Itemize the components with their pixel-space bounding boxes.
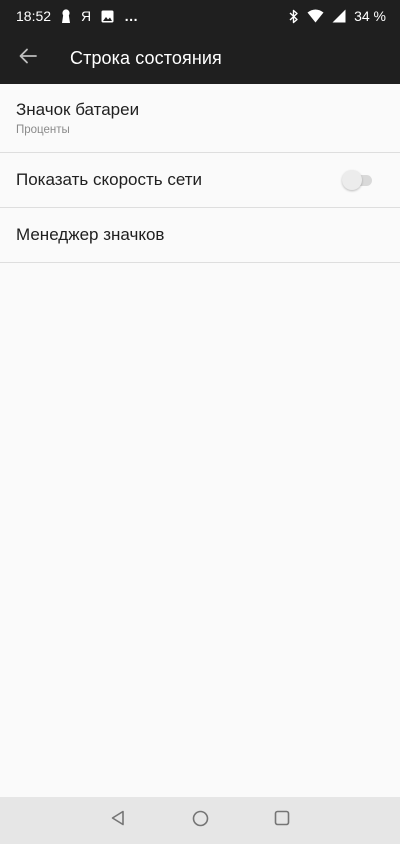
home-circle-icon (192, 810, 209, 832)
battery-icon-setting[interactable]: Значок батареи Проценты (0, 84, 400, 153)
status-time: 18:52 (16, 8, 52, 24)
network-speed-setting[interactable]: Показать скорость сети (0, 153, 400, 208)
back-triangle-icon (110, 810, 126, 831)
icon-manager-setting[interactable]: Менеджер значков (0, 208, 400, 263)
network-speed-toggle[interactable] (342, 170, 374, 190)
page-title: Строка состояния (70, 47, 222, 68)
app-bar: Строка состояния (0, 32, 400, 84)
battery-icon-summary: Проценты (16, 124, 70, 136)
status-left: 18:52 Я … (16, 9, 138, 23)
battery-icon-title: Значок батареи (16, 100, 140, 119)
toggle-thumb (342, 170, 362, 190)
recents-square-icon (274, 810, 290, 831)
navigation-bar (0, 797, 400, 844)
status-right: 34 % (289, 9, 386, 24)
keyhole-icon (61, 9, 71, 23)
network-speed-title: Показать скорость сети (16, 170, 203, 189)
status-bar: 18:52 Я … 34 % (0, 0, 400, 32)
signal-icon (332, 9, 346, 23)
arrow-left-icon (19, 48, 37, 69)
yandex-icon: Я (81, 8, 92, 24)
image-icon (101, 10, 114, 23)
nav-back-button[interactable] (107, 810, 129, 832)
wifi-icon (307, 9, 324, 23)
bluetooth-icon (289, 9, 299, 24)
icon-manager-title: Менеджер значков (16, 225, 165, 244)
more-notifications-icon: … (124, 8, 139, 24)
nav-recents-button[interactable] (271, 810, 293, 832)
battery-percent: 34 % (354, 8, 386, 24)
nav-home-button[interactable] (189, 810, 211, 832)
back-button[interactable] (0, 32, 56, 84)
settings-list: Значок батареи Проценты Показать скорост… (0, 84, 400, 263)
